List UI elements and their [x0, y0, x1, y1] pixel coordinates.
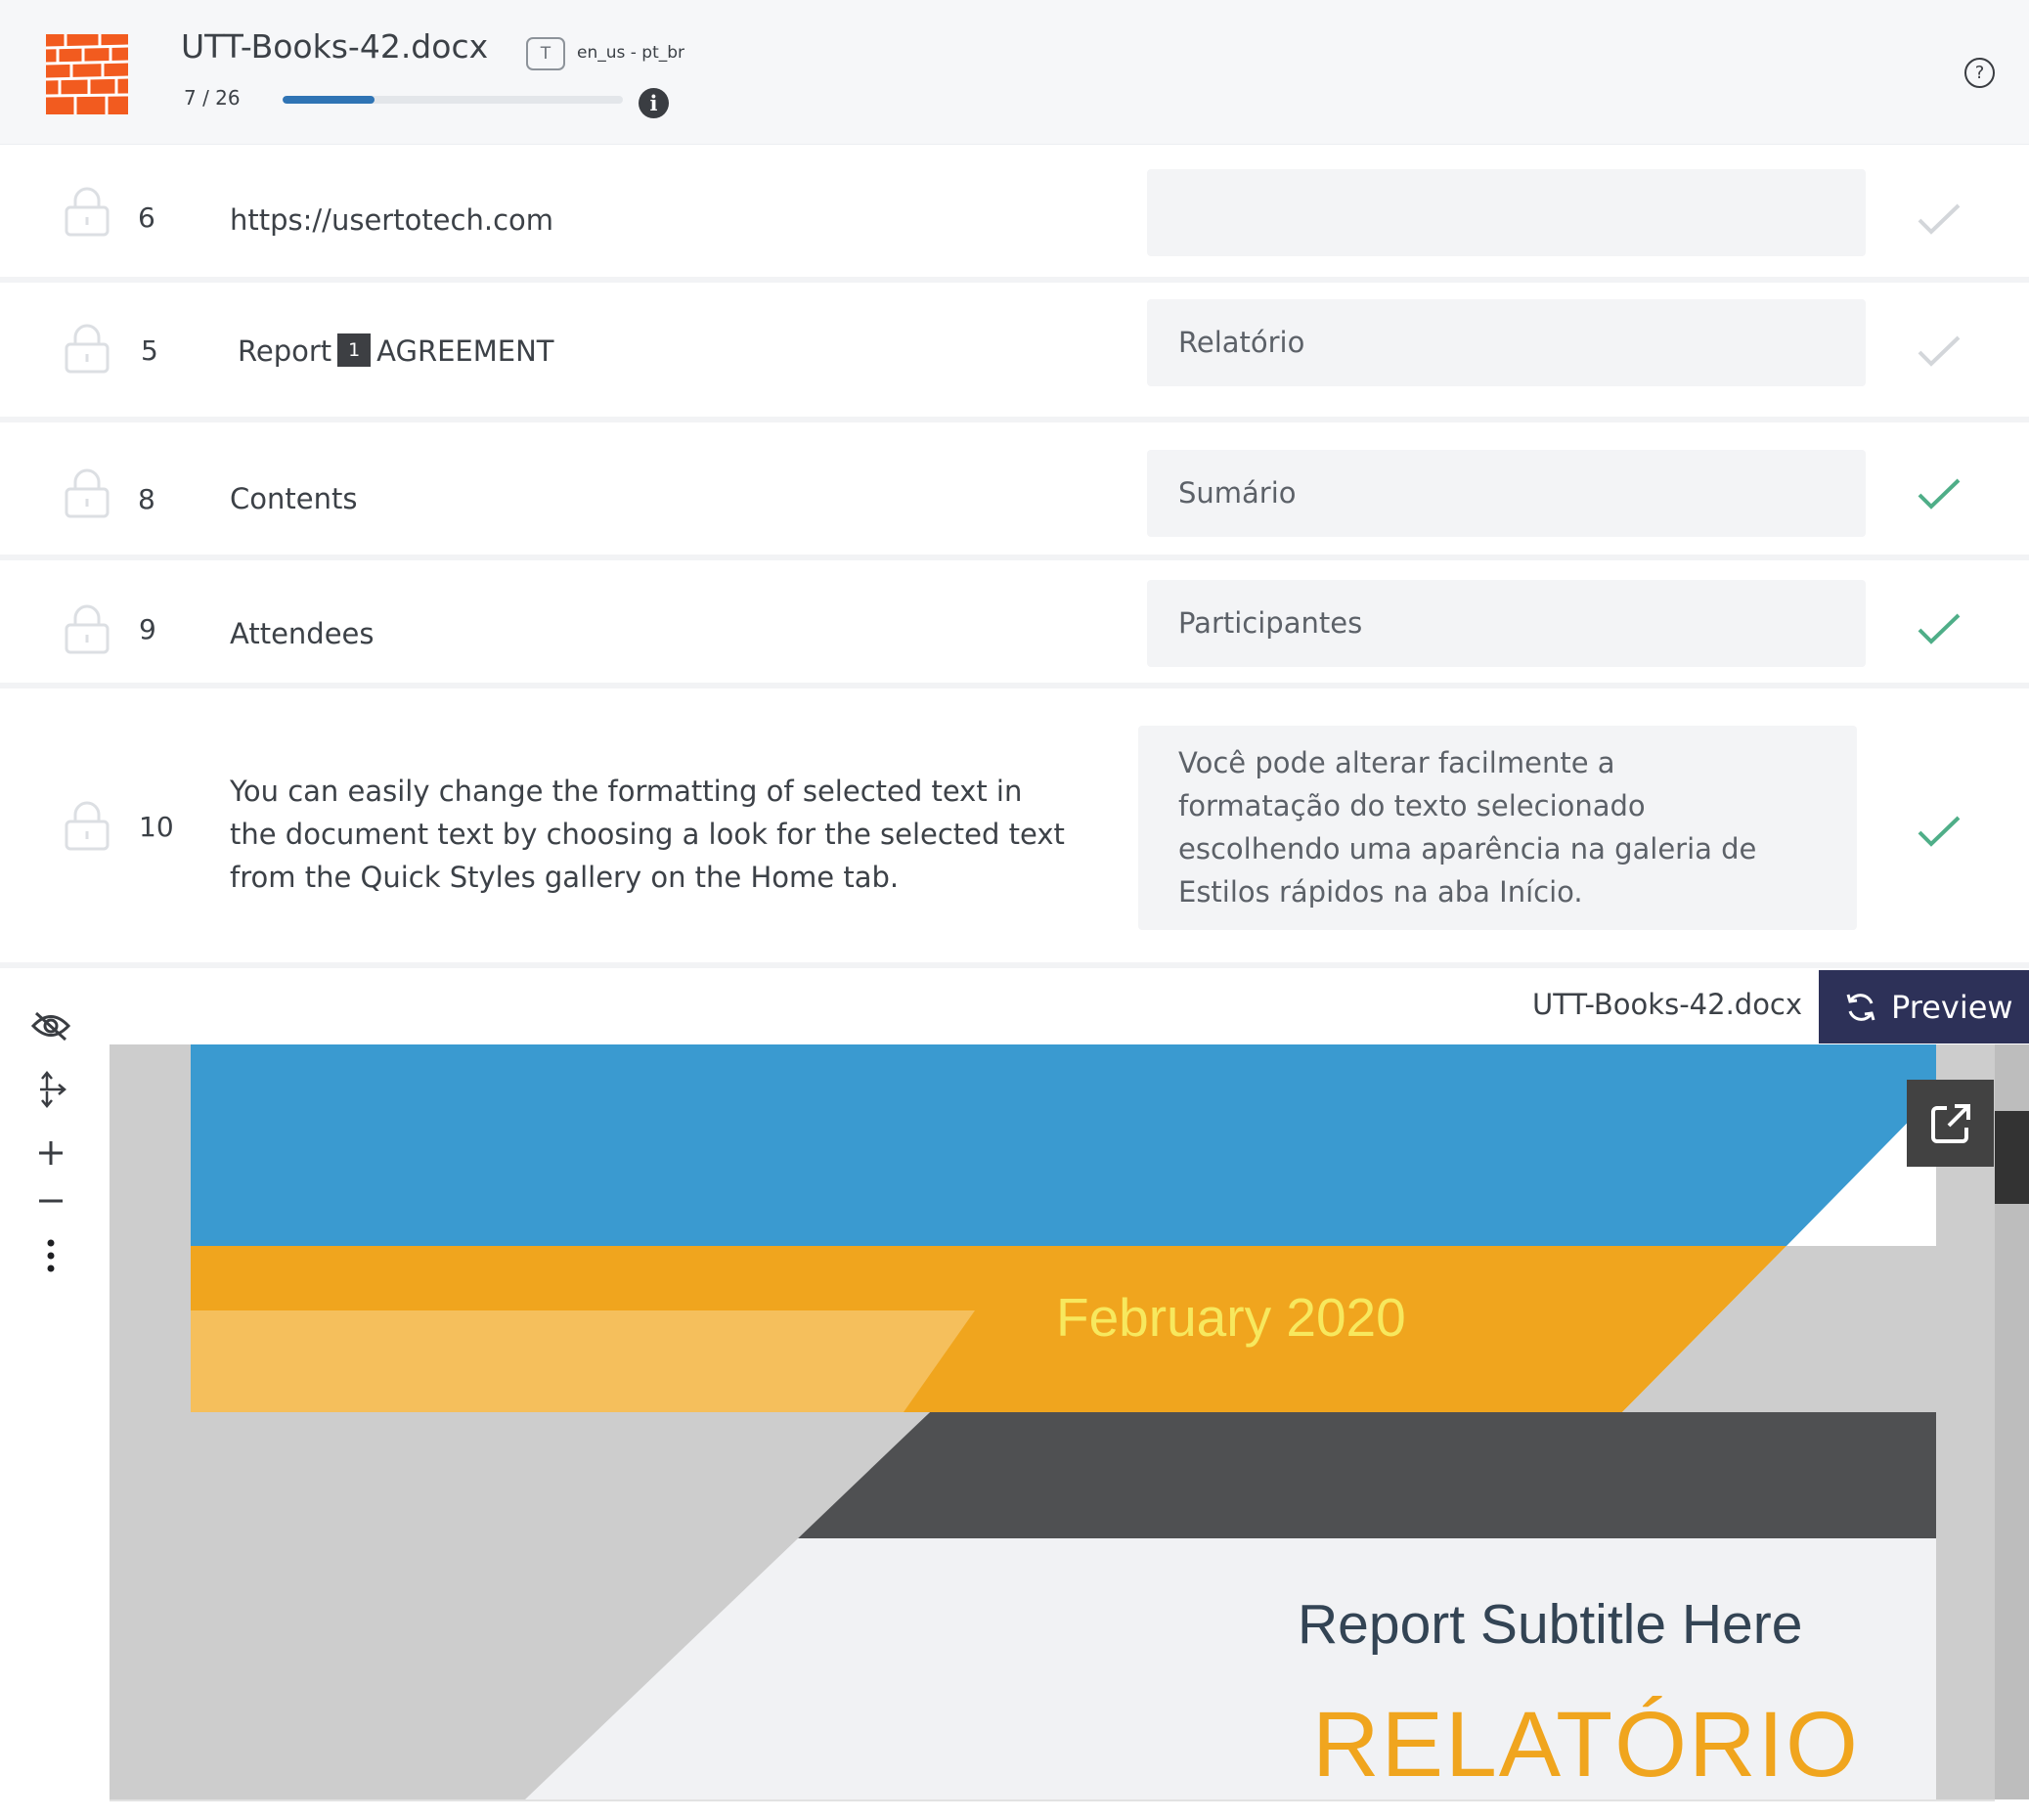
file-title: UTT-Books-42.docx: [181, 27, 489, 66]
segment-row[interactable]: 8 Contents Sumário: [0, 422, 2029, 555]
progress-bar-fill: [283, 96, 375, 104]
segment-row[interactable]: 5 Report 1 AGREEMENT Relatório: [0, 283, 2029, 417]
segment-row[interactable]: 9 Attendees Participantes: [0, 560, 2029, 683]
preview-button-label: Preview: [1891, 988, 2013, 1026]
source-text: You can easily change the formatting of …: [230, 775, 1065, 894]
page-title: RELATÓRIO: [1312, 1693, 1860, 1797]
segment-row[interactable]: 6 https://usertotech.com: [0, 147, 2029, 277]
info-icon[interactable]: i: [639, 88, 669, 118]
target-field[interactable]: Sumário: [1147, 450, 1866, 537]
preview-button[interactable]: Preview: [1819, 970, 2029, 1043]
target-text: Sumário: [1178, 476, 1297, 510]
page-date: February 2020: [1056, 1287, 1406, 1348]
source-text-part: Report: [238, 334, 332, 368]
scrollbar-thumb[interactable]: [1995, 1111, 2029, 1204]
plus-icon[interactable]: [29, 1132, 72, 1175]
translation-type-badge: T: [526, 37, 565, 70]
target-text: Você pode alterar facilmente a formataçã…: [1178, 746, 1757, 909]
target-field[interactable]: [1147, 169, 1866, 256]
check-icon[interactable]: [1917, 815, 1962, 848]
target-text: Participantes: [1178, 606, 1363, 640]
target-field[interactable]: Você pode alterar facilmente a formataçã…: [1138, 726, 1857, 930]
segment-number: 10: [139, 811, 174, 843]
segment-number: 6: [138, 201, 155, 234]
more-vertical-icon[interactable]: [29, 1234, 72, 1277]
progress-counter: 7 / 26: [184, 86, 241, 110]
source-text: Report 1 AGREEMENT: [238, 330, 554, 373]
lock-icon: [65, 187, 110, 237]
source-text: https://usertotech.com: [230, 203, 554, 237]
lock-icon: [65, 324, 110, 374]
lock-icon: [65, 468, 110, 518]
refresh-icon: [1846, 993, 1875, 1021]
source-text-part: AGREEMENT: [376, 334, 554, 368]
target-field[interactable]: Relatório: [1147, 299, 1866, 386]
inline-tag[interactable]: 1: [337, 333, 372, 367]
minus-icon[interactable]: [29, 1179, 72, 1222]
segment-number: 5: [141, 334, 158, 367]
source-text: Attendees: [230, 617, 375, 650]
editor-header: UTT-Books-42.docx 7 / 26 T en_us - pt_br…: [0, 0, 2029, 145]
document-preview-canvas[interactable]: [110, 1044, 1995, 1799]
check-icon[interactable]: [1917, 334, 1962, 368]
check-icon[interactable]: [1917, 612, 1962, 645]
target-text: Relatório: [1178, 326, 1305, 359]
move-arrows-icon[interactable]: [29, 1068, 72, 1111]
segment-number: 9: [139, 613, 156, 645]
external-link-icon: [1930, 1103, 1970, 1143]
brick-wall-logo: [46, 34, 128, 114]
open-external-button[interactable]: [1907, 1080, 1994, 1167]
eye-off-icon[interactable]: [29, 1004, 72, 1047]
progress-bar: [283, 96, 623, 104]
preview-file-name: UTT-Books-42.docx: [1532, 988, 1803, 1021]
canvas-bottom-edge: [110, 1799, 1995, 1801]
target-field[interactable]: Participantes: [1147, 580, 1866, 667]
source-text: Contents: [230, 482, 358, 515]
document-page: [191, 1044, 1936, 1799]
language-pair: en_us - pt_br: [577, 43, 685, 63]
lock-icon: [65, 604, 110, 654]
help-icon[interactable]: ?: [1964, 58, 1995, 88]
page-subtitle: Report Subtitle Here: [1298, 1593, 1803, 1656]
segment-number: 8: [138, 483, 155, 515]
lock-icon: [65, 801, 110, 851]
check-icon[interactable]: [1917, 477, 1962, 510]
check-icon[interactable]: [1917, 202, 1962, 236]
segment-row[interactable]: 10 You can easily change the formatting …: [0, 688, 2029, 962]
